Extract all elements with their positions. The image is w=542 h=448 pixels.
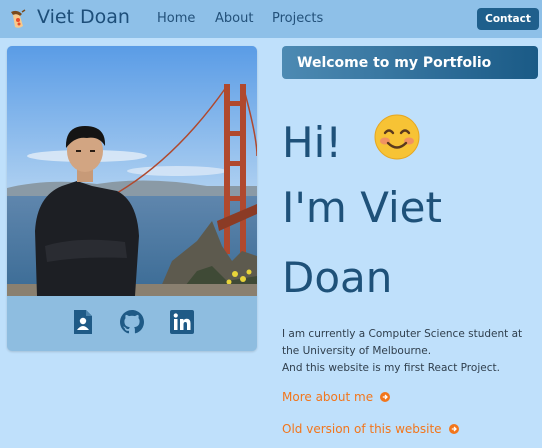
smile-emoji-icon xyxy=(373,113,421,161)
intro-text: I am currently a Computer Science studen… xyxy=(282,326,542,377)
logo-icon[interactable] xyxy=(7,8,27,30)
more-about-me-label: More about me xyxy=(282,390,374,404)
hero-greeting: Hi! xyxy=(282,113,421,167)
arrow-right-icon xyxy=(380,392,391,402)
contact-button[interactable]: Contact xyxy=(477,8,539,30)
old-version-label: Old version of this website xyxy=(282,422,442,436)
social-links xyxy=(7,296,257,351)
resume-icon[interactable] xyxy=(70,309,96,335)
navbar: Viet Doan Home About Projects Contact xyxy=(0,0,542,38)
hero-hi: Hi! xyxy=(282,118,343,167)
brand-name[interactable]: Viet Doan xyxy=(37,6,130,28)
hero-name-line2: Doan xyxy=(282,253,393,302)
old-version-link[interactable]: Old version of this website xyxy=(282,422,459,436)
intro-line1: I am currently a Computer Science studen… xyxy=(282,328,523,357)
profile-photo xyxy=(7,46,257,296)
nav-projects[interactable]: Projects xyxy=(272,11,323,26)
linkedin-icon[interactable] xyxy=(169,309,195,335)
nav-about[interactable]: About xyxy=(215,11,253,26)
more-about-me-link[interactable]: More about me xyxy=(282,390,391,404)
github-icon[interactable] xyxy=(119,309,145,335)
nav-home[interactable]: Home xyxy=(157,11,195,26)
intro-line2: And this website is my first React Proje… xyxy=(282,362,500,374)
welcome-banner: Welcome to my Portfolio xyxy=(282,46,538,79)
profile-card xyxy=(7,46,257,351)
arrow-right-icon xyxy=(448,424,459,434)
hero-name-line1: I'm Viet xyxy=(282,183,442,232)
